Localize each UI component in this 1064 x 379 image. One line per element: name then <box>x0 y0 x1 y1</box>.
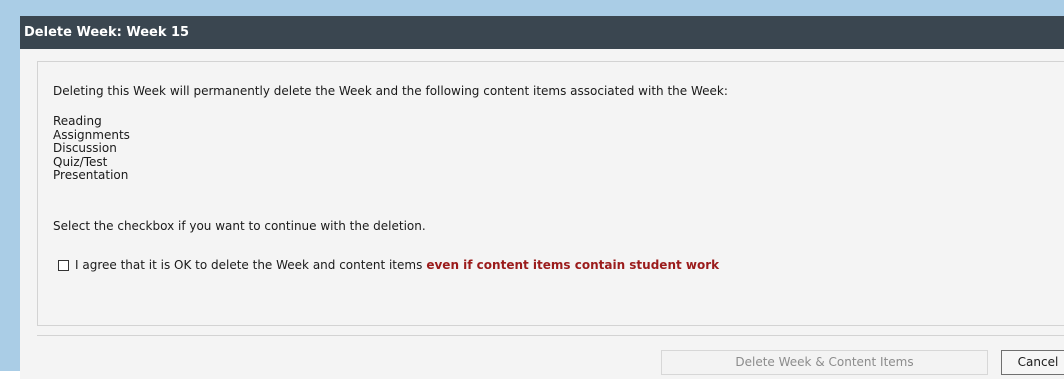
delete-week-dialog: Delete Week: Week 15 Deleting this Week … <box>0 0 1064 379</box>
list-item: Quiz/Test <box>53 154 108 169</box>
list-item: Presentation <box>53 168 129 182</box>
agree-warning: even if content items contain student wo… <box>426 258 720 272</box>
content-panel: Deleting this Week will permanently dele… <box>37 61 1064 326</box>
delete-week-button[interactable]: Delete Week & Content Items <box>661 350 988 375</box>
dialog-body: Deleting this Week will permanently dele… <box>20 49 1064 379</box>
select-hint-text: Select the checkbox if you want to conti… <box>53 219 426 233</box>
cancel-button[interactable]: Cancel <box>1001 350 1064 375</box>
intro-text: Deleting this Week will permanently dele… <box>53 84 728 98</box>
content-item-list: Reading Assignments Discussion Quiz/Test… <box>53 114 130 183</box>
agree-row: I agree that it is OK to delete the Week… <box>58 258 719 272</box>
agree-label[interactable]: I agree that it is OK to delete the Week… <box>75 258 422 272</box>
list-item: Assignments <box>53 127 130 142</box>
footer-divider <box>37 335 1064 336</box>
agree-checkbox[interactable] <box>58 259 69 271</box>
dialog-title: Delete Week: Week 15 <box>20 16 1064 49</box>
list-item: Reading <box>53 114 102 128</box>
list-item: Discussion <box>53 141 117 155</box>
